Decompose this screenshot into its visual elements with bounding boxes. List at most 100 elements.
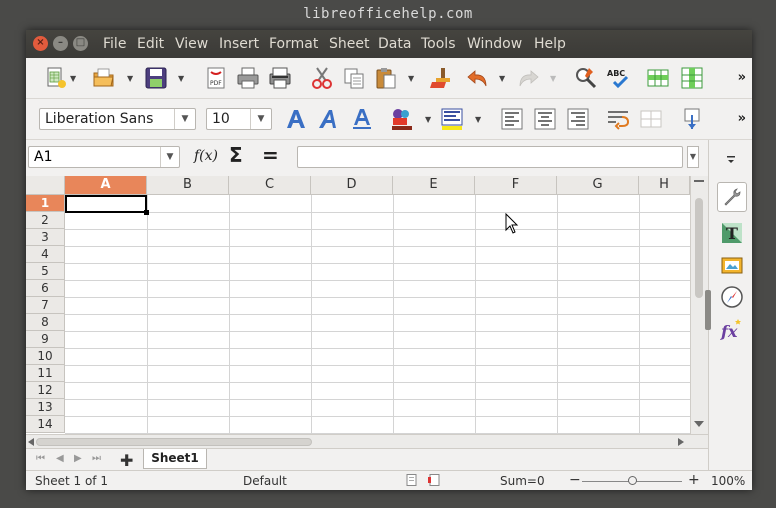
row-header-9[interactable]: 9: [26, 331, 65, 348]
row-header-11[interactable]: 11: [26, 365, 65, 382]
digital-signature-icon[interactable]: [428, 474, 442, 486]
function-wizard-button[interactable]: f(x): [194, 148, 218, 164]
vertical-scroll-thumb[interactable]: [695, 198, 703, 298]
row-icon[interactable]: [646, 66, 670, 90]
row-header-7[interactable]: 7: [26, 297, 65, 314]
row-header-14[interactable]: 14: [26, 416, 65, 433]
row-header-4[interactable]: 4: [26, 246, 65, 263]
column-header-h[interactable]: H: [639, 176, 690, 195]
find-replace-icon[interactable]: [574, 66, 598, 90]
column-header-f[interactable]: F: [475, 176, 557, 195]
cut-icon[interactable]: [310, 66, 334, 90]
wrap-text-icon[interactable]: [606, 107, 630, 131]
menu-edit[interactable]: Edit: [137, 36, 164, 52]
zoom-level[interactable]: 100%: [711, 474, 745, 488]
print-icon[interactable]: [236, 66, 260, 90]
page-style-status[interactable]: Default: [243, 474, 287, 488]
formula-input[interactable]: [297, 146, 683, 168]
open-folder-icon[interactable]: [92, 66, 116, 90]
new-document-icon[interactable]: [44, 66, 68, 90]
font-name-combo[interactable]: Liberation Sans ▼: [39, 108, 196, 130]
sidebar-collapse-handle[interactable]: [705, 290, 711, 330]
add-sheet-button[interactable]: ✚: [120, 451, 133, 470]
row-header-12[interactable]: 12: [26, 382, 65, 399]
scroll-down-icon[interactable]: [694, 420, 704, 428]
formatting-toolbar-more-button[interactable]: »: [738, 111, 746, 126]
last-sheet-icon[interactable]: ⏭: [92, 453, 101, 464]
row-header-6[interactable]: 6: [26, 280, 65, 297]
column-header-e[interactable]: E: [393, 176, 475, 195]
menu-help[interactable]: Help: [534, 36, 566, 52]
scroll-up-icon[interactable]: [694, 180, 704, 188]
select-all-corner[interactable]: [26, 176, 65, 195]
zoom-in-button[interactable]: +: [688, 472, 700, 488]
row-header-8[interactable]: 8: [26, 314, 65, 331]
font-size-dropdown-icon[interactable]: ▼: [250, 109, 271, 129]
clone-formatting-icon[interactable]: [428, 66, 452, 90]
save-icon[interactable]: [144, 66, 168, 90]
print-preview-icon[interactable]: [268, 66, 292, 90]
formula-button[interactable]: =: [262, 143, 279, 167]
menu-file[interactable]: File: [103, 36, 126, 52]
menu-sheet[interactable]: Sheet: [329, 36, 369, 52]
paste-icon[interactable]: [374, 66, 398, 90]
scroll-left-icon[interactable]: [28, 438, 34, 446]
open-dropdown-icon[interactable]: ▼: [127, 74, 135, 84]
background-color-icon[interactable]: [390, 107, 414, 131]
zoom-out-button[interactable]: −: [569, 472, 581, 488]
copy-icon[interactable]: [342, 66, 366, 90]
font-name-dropdown-icon[interactable]: ▼: [174, 109, 195, 129]
minimize-window-button[interactable]: –: [53, 36, 68, 51]
name-box-dropdown-icon[interactable]: ▼: [160, 147, 179, 167]
column-header-g[interactable]: G: [557, 176, 639, 195]
font-color-icon[interactable]: [440, 107, 464, 131]
close-window-button[interactable]: ×: [33, 36, 48, 51]
name-box[interactable]: A1 ▼: [28, 146, 180, 168]
row-header-10[interactable]: 10: [26, 348, 65, 365]
align-right-icon[interactable]: [566, 107, 590, 131]
spreadsheet-grid[interactable]: A B C D E F G H 1 2 3 4 5 6 7 8 9 10 11 …: [26, 176, 708, 434]
sum-button[interactable]: Σ: [229, 143, 243, 167]
functions-icon[interactable]: fx: [719, 316, 745, 342]
maximize-window-button[interactable]: □: [73, 36, 88, 51]
next-sheet-icon[interactable]: ▶: [74, 453, 82, 464]
row-header-13[interactable]: 13: [26, 399, 65, 416]
align-top-icon[interactable]: [680, 107, 704, 131]
modified-document-icon[interactable]: [406, 474, 418, 486]
export-pdf-icon[interactable]: PDF: [204, 66, 228, 90]
menu-tools[interactable]: Tools: [421, 36, 456, 52]
sidebar-menu-icon[interactable]: [725, 154, 737, 164]
background-color-dropdown-icon[interactable]: ▼: [425, 115, 433, 125]
fill-handle[interactable]: [144, 210, 149, 215]
horizontal-scrollbar[interactable]: [26, 434, 708, 449]
font-size-combo[interactable]: 10 ▼: [206, 108, 272, 130]
styles-icon[interactable]: T: [719, 220, 745, 246]
gallery-icon[interactable]: [719, 252, 745, 278]
previous-sheet-icon[interactable]: ◀: [56, 453, 64, 464]
save-dropdown-icon[interactable]: ▼: [178, 74, 186, 84]
align-center-icon[interactable]: [533, 107, 557, 131]
expand-formula-bar-icon[interactable]: ▼: [687, 146, 699, 168]
zoom-slider-thumb[interactable]: [628, 476, 637, 485]
active-cell-a1[interactable]: [65, 195, 149, 215]
sidebar-properties-tab[interactable]: [717, 182, 747, 212]
menu-view[interactable]: View: [175, 36, 208, 52]
row-header-5[interactable]: 5: [26, 263, 65, 280]
bold-icon[interactable]: [284, 107, 308, 131]
spelling-icon[interactable]: ABC: [606, 66, 630, 90]
italic-icon[interactable]: [317, 107, 341, 131]
column-header-c[interactable]: C: [229, 176, 311, 195]
align-left-icon[interactable]: [500, 107, 524, 131]
underline-icon[interactable]: [350, 107, 374, 131]
row-header-1[interactable]: 1: [26, 195, 65, 212]
toolbar-more-button[interactable]: »: [738, 70, 746, 85]
menu-data[interactable]: Data: [378, 36, 411, 52]
column-header-a[interactable]: A: [65, 176, 147, 195]
first-sheet-icon[interactable]: ⏮: [36, 453, 45, 464]
menu-window[interactable]: Window: [467, 36, 522, 52]
undo-icon[interactable]: [466, 66, 490, 90]
scroll-right-icon[interactable]: [678, 438, 684, 446]
column-icon[interactable]: [680, 66, 704, 90]
new-dropdown-icon[interactable]: ▼: [70, 74, 78, 84]
paste-dropdown-icon[interactable]: ▼: [408, 74, 416, 84]
